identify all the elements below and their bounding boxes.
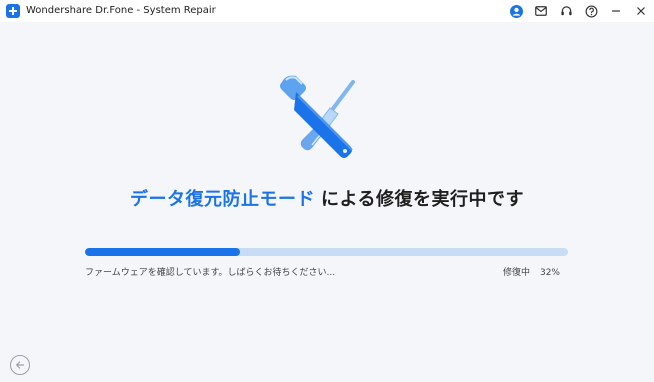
progress-percent: 32% [539,268,560,278]
headline-text: による修復を実行中です [321,189,524,210]
support-icon[interactable] [559,4,573,18]
mail-icon[interactable] [534,4,548,18]
arrow-left-icon [16,361,25,369]
repair-progress-fill [85,248,240,256]
progress-status-label: 修復中 [502,268,530,278]
repair-tools-illustration [268,70,380,162]
progress-status: 修復中 32% [503,265,560,278]
account-icon[interactable] [509,4,523,18]
title-bar: Wondershare Dr.Fone - System Repair [0,0,654,22]
repair-progress-bar [85,248,568,256]
status-message: ファームウェアを確認しています。しばらくお待ちください... [85,268,336,278]
app-logo-icon [6,4,20,18]
window-title: Wondershare Dr.Fone - System Repair [26,5,216,16]
headline-mode-name: データ復元防止モード [130,189,316,210]
back-button[interactable] [10,355,30,375]
repair-headline: データ復元防止モード による修復を実行中です [0,185,654,211]
close-icon[interactable] [634,4,648,18]
wrench-icon [280,75,353,158]
help-icon[interactable] [584,4,598,18]
minimize-icon[interactable] [609,4,623,18]
title-bar-actions [509,3,648,19]
